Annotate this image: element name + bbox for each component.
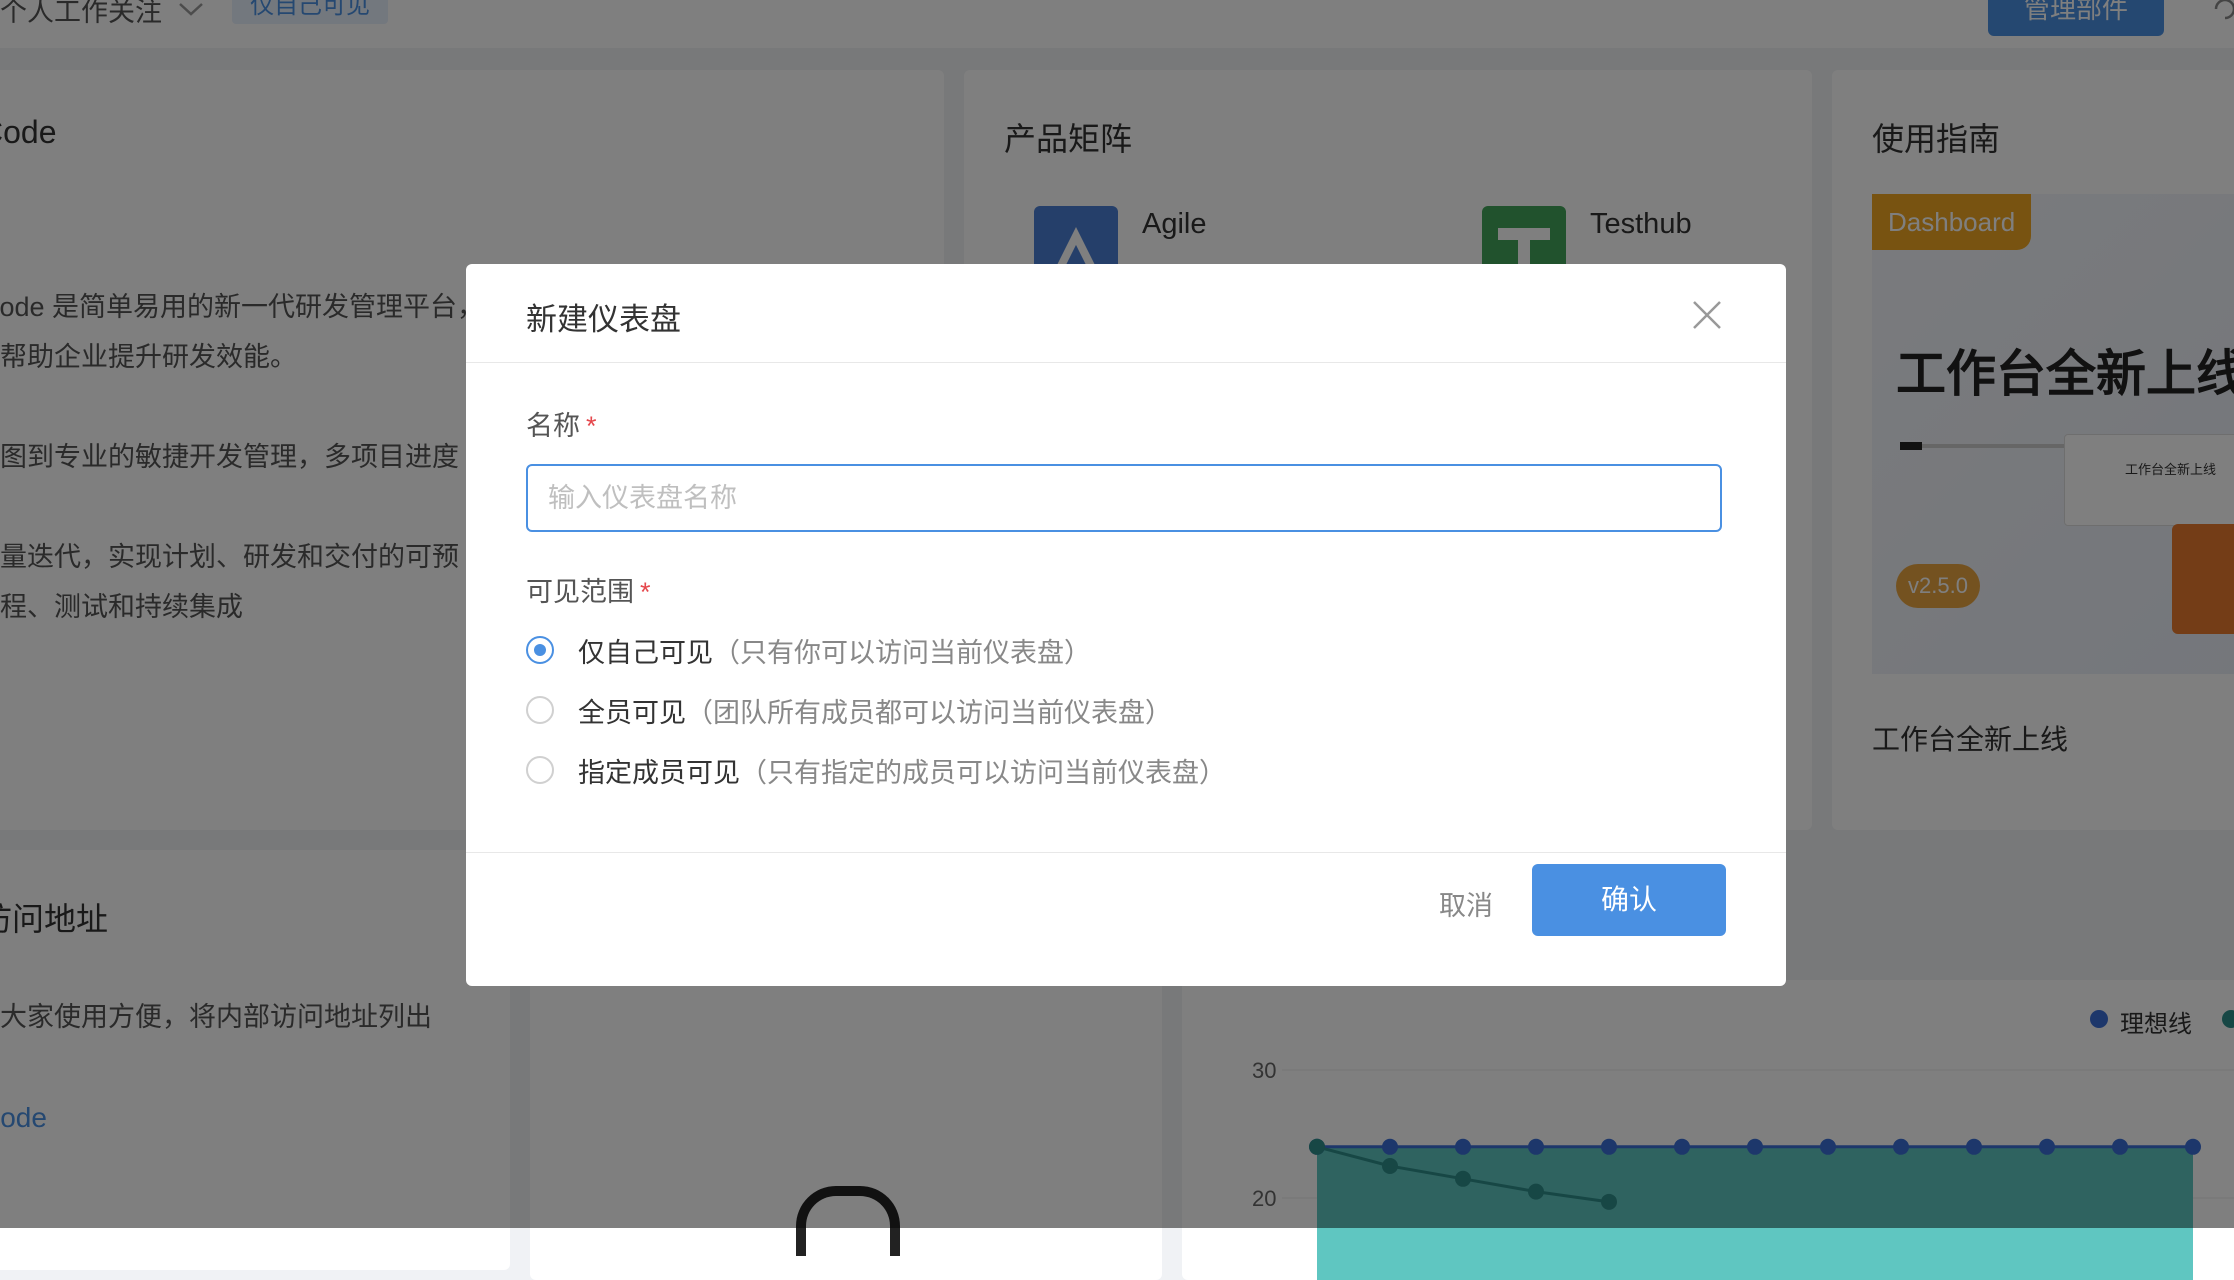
option-label: 仅自己可见 (578, 637, 713, 668)
radio-checked-icon[interactable] (526, 636, 554, 664)
scope-label-text: 可见范围 (526, 577, 634, 607)
confirm-button[interactable]: 确认 (1532, 864, 1726, 936)
scope-option-self[interactable]: 仅自己可见 （只有你可以访问当前仪表盘） (526, 630, 1091, 670)
option-hint: （只有指定的成员可以访问当前仪表盘） (740, 757, 1226, 788)
radio-unchecked-icon[interactable] (526, 756, 554, 784)
cancel-button[interactable]: 取消 (1426, 880, 1506, 932)
scope-option-members[interactable]: 指定成员可见 （只有指定的成员可以访问当前仪表盘） (526, 750, 1226, 790)
option-label: 全员可见 (578, 697, 686, 728)
create-dashboard-modal: 新建仪表盘 名称* 可见范围* 仅自己可见 （只有你可以访问当前仪表盘） 全员可… (466, 264, 1786, 986)
dashboard-name-input[interactable] (526, 464, 1722, 532)
close-icon[interactable] (1684, 292, 1730, 338)
option-label: 指定成员可见 (578, 757, 740, 788)
option-hint: （团队所有成员都可以访问当前仪表盘） (686, 697, 1172, 728)
option-hint: （只有你可以访问当前仪表盘） (713, 637, 1091, 668)
modal-title: 新建仪表盘 (526, 302, 681, 337)
header-divider (466, 362, 1786, 363)
required-mark: * (640, 577, 651, 607)
name-label-text: 名称 (526, 411, 580, 441)
footer-divider (466, 852, 1786, 853)
required-mark: * (586, 411, 597, 441)
name-label: 名称 * (526, 404, 597, 443)
scope-label: 可见范围 * (526, 570, 651, 609)
radio-unchecked-icon[interactable] (526, 696, 554, 724)
scope-option-all[interactable]: 全员可见 （团队所有成员都可以访问当前仪表盘） (526, 690, 1172, 730)
